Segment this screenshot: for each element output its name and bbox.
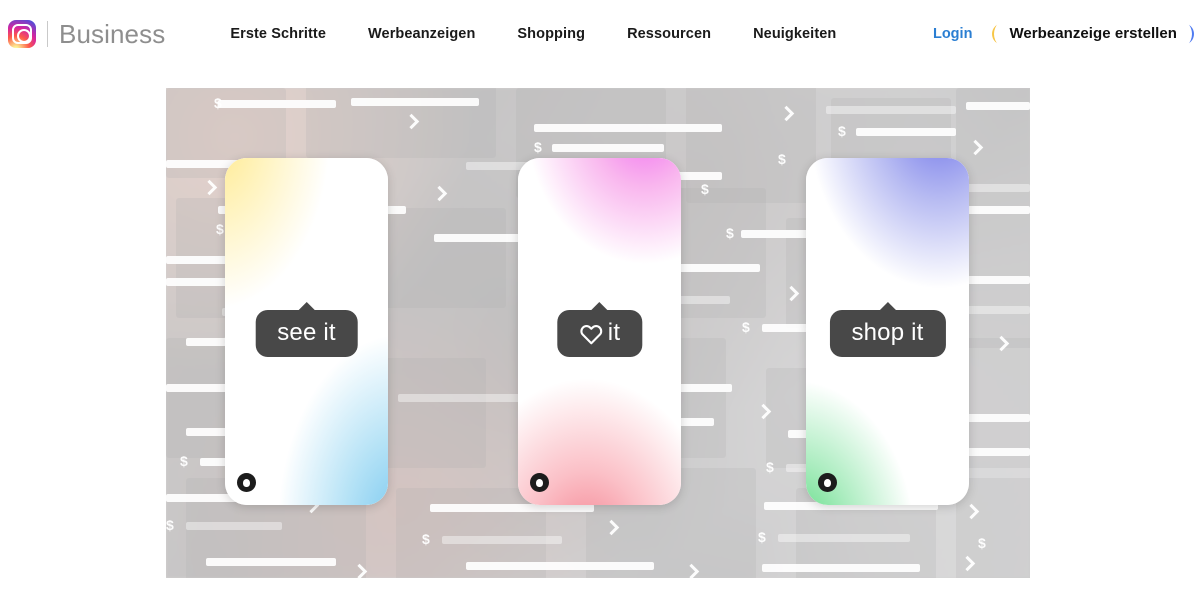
nav-item-werbeanzeigen[interactable]: Werbeanzeigen bbox=[368, 26, 475, 42]
card-badge-label: see it bbox=[277, 319, 336, 346]
hero-section: $ $ $ $ $ $ $ $ $ $ $ $ $ $ see it it sh… bbox=[0, 68, 1200, 613]
hero-card-shop-it[interactable]: shop it bbox=[806, 158, 969, 505]
card-badge-shop-it: shop it bbox=[829, 302, 946, 357]
instagram-shopping-bag-icon[interactable] bbox=[237, 473, 256, 492]
instagram-shopping-bag-icon[interactable] bbox=[530, 473, 549, 492]
nav-item-neuigkeiten[interactable]: Neuigkeiten bbox=[753, 26, 836, 42]
card-badge-label: it bbox=[607, 319, 621, 346]
login-link[interactable]: Login bbox=[933, 26, 972, 42]
site-header: Business Erste Schritte Werbeanzeigen Sh… bbox=[0, 0, 1200, 68]
brand-divider bbox=[47, 21, 48, 47]
hero-image: $ $ $ $ $ $ $ $ $ $ $ $ $ $ see it it sh… bbox=[166, 88, 1030, 578]
instagram-logo-icon bbox=[8, 20, 36, 48]
hero-card-love-it[interactable]: it bbox=[518, 158, 681, 505]
header-actions: Login Werbeanzeige erstellen bbox=[933, 18, 1200, 50]
main-navigation: Erste Schritte Werbeanzeigen Shopping Re… bbox=[230, 26, 836, 42]
heart-icon bbox=[579, 323, 603, 345]
card-badge-label: shop it bbox=[851, 319, 924, 346]
nav-item-shopping[interactable]: Shopping bbox=[517, 26, 585, 42]
instagram-shopping-bag-icon[interactable] bbox=[818, 473, 837, 492]
hero-card-see-it[interactable]: see it bbox=[225, 158, 388, 505]
brand-logo[interactable]: Business bbox=[8, 14, 165, 54]
nav-item-erste-schritte[interactable]: Erste Schritte bbox=[230, 26, 326, 42]
hero-cards: see it it shop it bbox=[166, 88, 1030, 578]
nav-item-ressourcen[interactable]: Ressourcen bbox=[627, 26, 711, 42]
card-badge-love-it: it bbox=[556, 302, 643, 357]
brand-word: Business bbox=[59, 19, 166, 49]
create-ad-button[interactable]: Werbeanzeige erstellen bbox=[992, 18, 1194, 50]
card-badge-see-it: see it bbox=[255, 302, 358, 357]
create-ad-button-label[interactable]: Werbeanzeige erstellen bbox=[994, 18, 1192, 50]
